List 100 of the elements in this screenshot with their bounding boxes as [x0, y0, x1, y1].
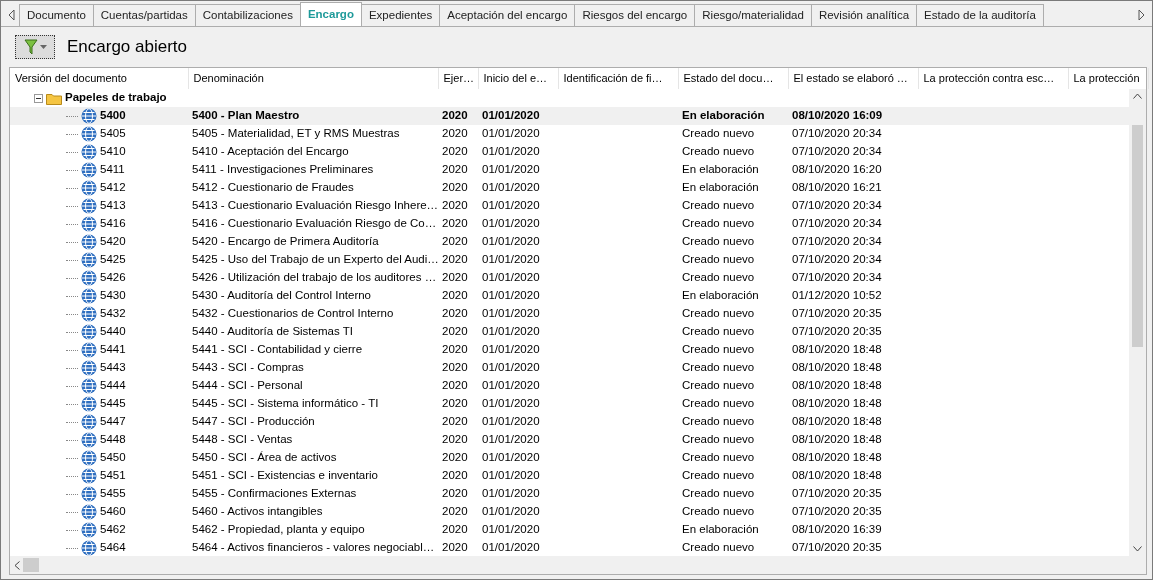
table-row[interactable]: 5455 5455 - Confirmaciones Externas 2020 01/01/2020 Creado nuevo 07/10/2020 20:35	[10, 485, 1129, 503]
table-row[interactable]: 5443 5443 - SCI - Compras 2020 01/01/2020 Creado nuevo 08/10/2020 18:48	[10, 359, 1129, 377]
globe-icon	[81, 450, 97, 466]
chevron-up-icon[interactable]	[1133, 93, 1142, 99]
column-header[interactable]: Estado del docu…	[678, 68, 788, 89]
table-cell-text: 2020	[441, 414, 469, 430]
table-cell-text: 5464	[100, 540, 126, 556]
table-cell-text: 5416 - Cuestionario Evaluación Riesgo de Co…	[191, 216, 438, 232]
globe-icon	[81, 180, 97, 196]
scrollbar-thumb[interactable]	[23, 558, 39, 572]
column-header[interactable]: El estado se elaboró …	[788, 68, 918, 89]
table-row[interactable]: 5420 5420 - Encargo de Primera Auditoría 2020 01/01/2020 Creado nuevo 07/10/2020 20:34	[10, 233, 1129, 251]
table-cell-text: 08/10/2020 18:48	[791, 342, 883, 358]
table-cell-text: 5445	[100, 396, 126, 412]
table-row[interactable]: 5448 5448 - SCI - Ventas 2020 01/01/2020 Creado nuevo 08/10/2020 18:48	[10, 431, 1129, 449]
vertical-scrollbar[interactable]	[1129, 89, 1146, 556]
scrollbar-thumb[interactable]	[1132, 125, 1143, 347]
table-cell-text: 01/01/2020	[481, 162, 541, 178]
table-cell-text: 08/10/2020 18:48	[791, 450, 883, 466]
table-cell-text: 5443	[100, 360, 126, 376]
table-cell-text: 2020	[441, 324, 469, 340]
table-cell: 2020	[438, 107, 478, 125]
globe-icon	[81, 108, 97, 124]
table-row[interactable]: 5460 5460 - Activos intangibles 2020 01/01/2020 Creado nuevo 07/10/2020 20:35	[10, 503, 1129, 521]
table-cell-text: 5413 - Cuestionario Evaluación Riesgo Inhere…	[191, 198, 438, 214]
table-row[interactable]: 5425 5425 - Uso del Trabajo de un Experto del Audi… 2020 01/01/2020 Creado nuevo 07/10/2020 20:34	[10, 251, 1129, 269]
table-row[interactable]: 5440 5440 - Auditoría de Sistemas TI 2020 01/01/2020 Creado nuevo 07/10/2020 20:35	[10, 323, 1129, 341]
table-cell-text: 5462 - Propiedad, planta y equipo	[191, 522, 366, 538]
table-cell-text: 5448	[100, 432, 126, 448]
table-cell-text: 07/10/2020 20:35	[791, 306, 883, 322]
table-row[interactable]: 5432 5432 - Cuestionarios de Control Interno 2020 01/01/2020 Creado nuevo 07/10/2020 20:35	[10, 305, 1129, 323]
table-row[interactable]: 5416 5416 - Cuestionario Evaluación Riesgo de Co… 2020 01/01/2020 Creado nuevo 07/10/2020 20:34	[10, 215, 1129, 233]
table-row[interactable]: 5447 5447 - SCI - Producción 2020 01/01/2020 Creado nuevo 08/10/2020 18:48	[10, 413, 1129, 431]
column-header[interactable]: Versión del documento	[10, 68, 188, 89]
table-cell-text: 07/10/2020 20:34	[791, 216, 883, 232]
table-row[interactable]: 5412 5412 - Cuestionario de Fraudes 2020 01/01/2020 En elaboración 08/10/2020 16:21	[10, 179, 1129, 197]
table-cell-text: 5410 - Aceptación del Encargo	[191, 144, 350, 160]
caret-icon	[39, 45, 47, 49]
table-cell-text: 5440 - Auditoría de Sistemas TI	[191, 324, 354, 340]
table-row[interactable]: 5400 5400 - Plan Maestro 2020 01/01/2020 En elaboración 08/10/2020 16:09	[10, 107, 1129, 125]
column-header[interactable]: Denominación	[188, 68, 438, 89]
table-cell-text: 5412 - Cuestionario de Fraudes	[191, 180, 355, 196]
tab[interactable]: Estado de la auditoría	[916, 4, 1044, 26]
table-cell-text: 2020	[441, 468, 469, 484]
tab[interactable]: Documento	[19, 4, 94, 26]
table-cell-text: 08/10/2020 18:48	[791, 378, 883, 394]
table-cell-text: 08/10/2020 18:48	[791, 360, 883, 376]
table-row[interactable]: 5441 5441 - SCI - Contabilidad y cierre 2020 01/01/2020 Creado nuevo 08/10/2020 18:48	[10, 341, 1129, 359]
filter-button[interactable]	[15, 35, 55, 59]
table-cell-text: 08/10/2020 18:48	[791, 468, 883, 484]
table-cell-text: 01/01/2020	[481, 216, 541, 232]
table-cell-text: 07/10/2020 20:35	[791, 324, 883, 340]
table-row[interactable]: 5445 5445 - SCI - Sistema informático - TI 2020 01/01/2020 Creado nuevo 08/10/2020 18:48	[10, 395, 1129, 413]
table-cell-text: 2020	[441, 522, 469, 538]
table-cell-text: 5447	[100, 414, 126, 430]
table-cell-text: 07/10/2020 20:34	[791, 234, 883, 250]
table-row[interactable]: 5464 5464 - Activos financieros - valores negociabl… 2020 01/01/2020 Creado nuevo 07/10/2020 20:35	[10, 539, 1129, 556]
table-cell-text: 01/01/2020	[481, 198, 541, 214]
table-cell-text: 2020	[441, 450, 469, 466]
collapse-icon[interactable]	[34, 93, 43, 103]
table-cell: 5405 - Materialidad, ET y RMS Muestras	[188, 125, 438, 143]
table-row[interactable]: 5411 5411 - Investigaciones Preliminares 2020 01/01/2020 En elaboración 08/10/2020 16:20	[10, 161, 1129, 179]
column-header[interactable]: La protección contra esc…	[918, 68, 1068, 89]
table-cell-text: 01/01/2020	[481, 450, 541, 466]
chevron-down-icon[interactable]	[1133, 546, 1142, 552]
globe-icon	[81, 198, 97, 214]
globe-icon	[81, 342, 97, 358]
table-row[interactable]: 5413 5413 - Cuestionario Evaluación Riesgo Inhere… 2020 01/01/2020 Creado nuevo 07/10/2020 20:34	[10, 197, 1129, 215]
globe-icon	[81, 234, 97, 250]
table-cell-text: 5405	[100, 126, 126, 142]
table-cell-text: 5440	[100, 324, 126, 340]
column-header[interactable]: Identificación de fi…	[558, 68, 678, 89]
table-cell: 08/10/2020 16:09	[788, 107, 918, 125]
table-cell-text: 2020	[441, 234, 469, 250]
globe-icon	[81, 162, 97, 178]
table-row[interactable]: 5462 5462 - Propiedad, planta y equipo 2020 01/01/2020 En elaboración 08/10/2020 16:39	[10, 521, 1129, 539]
table-row[interactable]: 5451 5451 - SCI - Existencias e inventario 2020 01/01/2020 Creado nuevo 08/10/2020 18:48	[10, 467, 1129, 485]
table-cell-text: 08/10/2020 18:48	[791, 432, 883, 448]
table-row[interactable]: 5410 5410 - Aceptación del Encargo 2020 01/01/2020 Creado nuevo 07/10/2020 20:34	[10, 143, 1129, 161]
table-row[interactable]: 5444 5444 - SCI - Personal 2020 01/01/2020 Creado nuevo 08/10/2020 18:48	[10, 377, 1129, 395]
horizontal-scrollbar[interactable]	[10, 556, 1146, 574]
globe-icon	[81, 396, 97, 412]
table-cell-text: Creado nuevo	[681, 252, 756, 268]
column-header[interactable]: Ejer…	[438, 68, 478, 89]
table-cell-text: 01/01/2020	[481, 468, 541, 484]
table-cell-text: 5464 - Activos financieros - valores negociabl…	[191, 540, 436, 556]
table-cell-text: 5450 - SCI - Área de activos	[191, 450, 338, 466]
column-header[interactable]: Inicio del e…	[478, 68, 558, 89]
table-cell-text: Creado nuevo	[681, 144, 756, 160]
table-row[interactable]: 5450 5450 - SCI - Área de activos 2020 01/01/2020 Creado nuevo 08/10/2020 18:48	[10, 449, 1129, 467]
table-row[interactable]: 5426 5426 - Utilización del trabajo de los auditores … 2020 01/01/2020 Creado nuevo 07/10/2020 20:34	[10, 269, 1129, 287]
chevron-left-icon[interactable]	[14, 560, 20, 570]
table-cell-text: 01/01/2020	[481, 432, 541, 448]
table-cell-text: 5400	[100, 108, 126, 124]
table-cell-text: 08/10/2020 18:48	[791, 396, 883, 412]
table-cell-text: 01/01/2020	[481, 180, 541, 196]
table-cell-text: 2020	[441, 162, 469, 178]
table-row[interactable]: 5405 5405 - Materialidad, ET y RMS Muestras 2020 01/01/2020 Creado nuevo 07/10/2020 20:34	[10, 125, 1129, 143]
table-cell-text: 07/10/2020 20:35	[791, 486, 883, 502]
table-row[interactable]: 5430 5430 - Auditoría del Control Interno 2020 01/01/2020 En elaboración 01/12/2020 10:52	[10, 287, 1129, 305]
